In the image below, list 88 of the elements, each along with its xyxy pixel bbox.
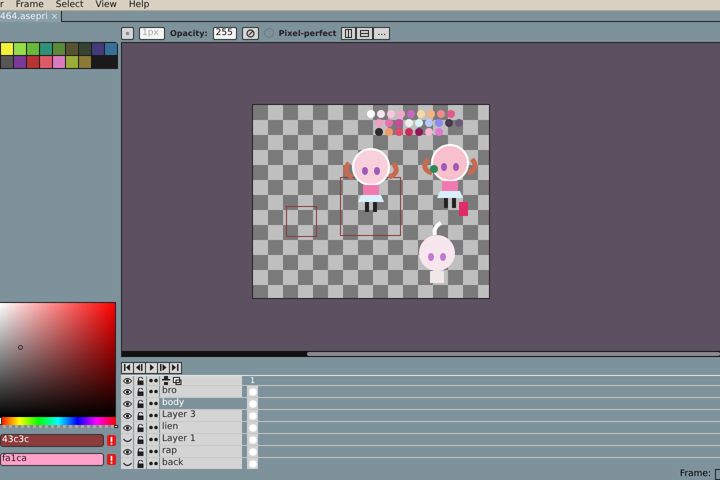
layer-name[interactable]: bro [160, 386, 242, 397]
alpha-slider[interactable] [0, 425, 116, 428]
continuous-icon [148, 425, 158, 430]
slice-frame [286, 206, 317, 237]
warning-icon [107, 454, 116, 465]
color-swatch[interactable] [66, 56, 78, 68]
lock-icon [136, 436, 144, 444]
character-drawing [419, 221, 455, 283]
frame-icon [173, 376, 182, 384]
continuous-icon [148, 378, 158, 383]
picker-cursor-icon [18, 345, 23, 350]
menu-item[interactable]: Frame [16, 0, 44, 10]
eye-icon[interactable] [122, 412, 132, 420]
eye-icon[interactable] [122, 424, 132, 432]
frame-label: Frame: [680, 469, 711, 479]
color-value-field[interactable]: fa1ca [0, 453, 104, 466]
eye-icon[interactable] [122, 400, 132, 408]
color-swatch[interactable] [14, 43, 26, 55]
layer-name[interactable]: Layer 1 [160, 434, 242, 445]
next-frame-icon [160, 364, 167, 371]
layer-name[interactable]: lien [160, 422, 242, 433]
color-gradient[interactable] [0, 302, 116, 417]
color-swatch[interactable] [79, 43, 91, 55]
continuous-icon [148, 437, 158, 442]
color-swatch[interactable] [79, 56, 91, 68]
previous-frame-icon [136, 364, 143, 371]
scrollbar-thumb[interactable] [307, 352, 720, 356]
prev-button[interactable] [121, 26, 134, 40]
playback-button[interactable] [133, 362, 146, 374]
playback-button[interactable] [169, 362, 182, 374]
lock-icon [136, 400, 144, 408]
color-swatch[interactable] [27, 43, 39, 55]
color-swatch[interactable] [14, 56, 26, 68]
continuous-icon [148, 401, 158, 406]
color-swatch[interactable] [40, 56, 52, 68]
pixel-perfect-label: Pixel-perfect [278, 28, 336, 38]
character-drawing [422, 144, 478, 216]
color-swatch[interactable] [1, 43, 13, 55]
layer-name[interactable]: rap [160, 446, 242, 457]
lock-icon [136, 388, 144, 396]
first-frame-icon [124, 364, 131, 371]
color-swatch[interactable] [66, 43, 78, 55]
lock-icon [136, 424, 144, 432]
color-swatch[interactable] [40, 43, 52, 55]
color-swatch[interactable] [53, 43, 65, 55]
layer-name[interactable]: back [160, 458, 242, 469]
color-swatch[interactable] [105, 43, 117, 55]
menu-item[interactable]: Help [128, 0, 150, 10]
menu-item[interactable]: Select [56, 0, 84, 10]
color-swatch[interactable] [92, 43, 104, 55]
playback-button[interactable] [157, 362, 170, 374]
lock-icon [136, 448, 144, 456]
color-value-field[interactable]: 43c3c [0, 434, 104, 447]
playback-button[interactable] [145, 362, 158, 374]
eye-icon[interactable] [122, 388, 132, 396]
lock-icon [136, 460, 144, 468]
ink-button[interactable] [242, 26, 259, 40]
continuous-icon [148, 461, 158, 466]
menu-item[interactable]: View [96, 0, 117, 10]
eye-icon [122, 376, 132, 384]
horizontal-symmetry-icon [360, 30, 370, 36]
character-drawing [343, 148, 399, 212]
eye-icon[interactable] [122, 448, 132, 456]
last-frame-icon [172, 364, 179, 371]
pixel-perfect-checkbox[interactable] [264, 28, 274, 38]
more-button[interactable]: ... [373, 26, 390, 40]
hue-slider[interactable] [0, 417, 116, 425]
opacity-field[interactable]: 255 [212, 26, 237, 40]
brush-size-field[interactable]: 1px [139, 26, 165, 40]
playback-button[interactable] [121, 362, 134, 374]
symmetry-button[interactable] [341, 26, 356, 40]
color-swatch[interactable] [1, 56, 13, 68]
lock-icon [136, 412, 144, 420]
color-swatch[interactable] [53, 56, 65, 68]
symmetry-button[interactable] [356, 26, 374, 40]
play-icon [148, 364, 155, 371]
opacity-label: Opacity: [170, 28, 208, 38]
warning-icon [107, 435, 116, 446]
layer-name[interactable]: Layer 3 [160, 410, 242, 421]
vertical-symmetry-icon [345, 28, 352, 38]
continuous-icon [148, 449, 158, 454]
menu-item[interactable]: r [0, 0, 4, 10]
continuous-icon [148, 389, 158, 394]
layers-icon [162, 376, 170, 385]
continuous-icon [148, 413, 158, 418]
lock-icon [136, 376, 144, 384]
slider-thumb[interactable] [114, 425, 118, 428]
color-swatch[interactable] [27, 56, 39, 68]
